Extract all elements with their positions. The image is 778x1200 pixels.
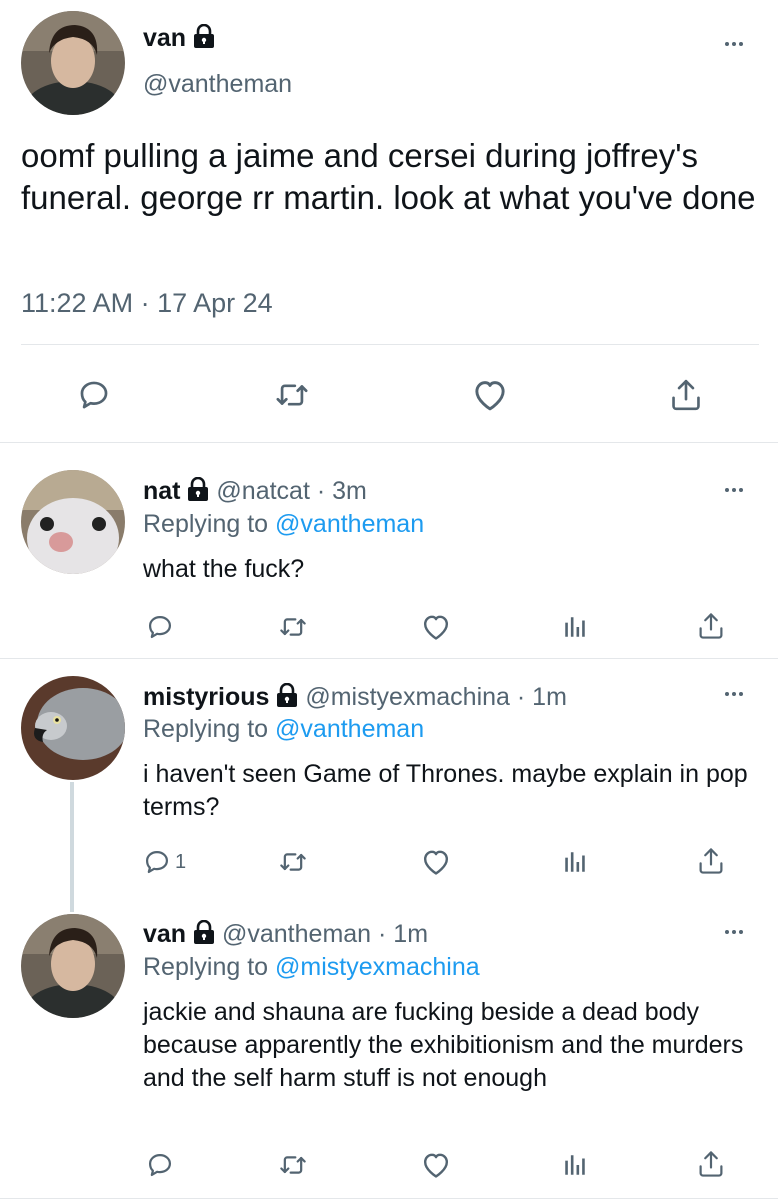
reply-text: jackie and shauna are fucking beside a d… (143, 998, 744, 1092)
tweet-timestamp[interactable]: 11:22 AM · 17 Apr 24 (21, 288, 273, 319)
analytics-icon[interactable] (558, 610, 592, 644)
reply-header: mistyrious @mistyexmachina · 1m (143, 683, 567, 712)
reply-header: nat @natcat · 3m (143, 477, 367, 506)
replying-to-label: Replying to (143, 953, 269, 981)
author-handle[interactable]: @natcat (216, 477, 309, 505)
replying-to: Replying to @vantheman (143, 715, 424, 744)
replying-to-label: Replying to (143, 715, 269, 743)
author-handle[interactable]: @vantheman (143, 70, 292, 99)
author-handle[interactable]: @mistyexmachina (305, 683, 510, 711)
reply-time[interactable]: · 3m (317, 477, 367, 505)
reply-time[interactable]: · 1m (517, 683, 567, 711)
reply-icon[interactable] (74, 375, 114, 415)
thread-line (70, 782, 74, 912)
more-options-icon[interactable] (725, 488, 743, 492)
share-icon[interactable] (694, 1146, 728, 1182)
like-icon[interactable] (468, 375, 512, 415)
like-icon[interactable] (418, 1148, 454, 1182)
retweet-icon[interactable] (275, 1148, 311, 1182)
replying-to-link[interactable]: @mistyexmachina (275, 953, 480, 981)
more-options-icon[interactable] (725, 930, 743, 934)
author-name[interactable]: nat (143, 477, 181, 505)
reply-icon[interactable] (143, 610, 177, 644)
avatar-nat[interactable] (21, 470, 125, 574)
replying-to-link[interactable]: @vantheman (275, 715, 424, 743)
reply-icon[interactable] (143, 1148, 177, 1182)
divider (21, 344, 759, 345)
replying-to: Replying to @vantheman (143, 510, 424, 539)
reply-text: what the fuck? (143, 555, 305, 583)
more-options-icon[interactable] (725, 42, 743, 46)
replying-to: Replying to @mistyexmachina (143, 953, 480, 982)
reply-icon[interactable] (143, 848, 171, 876)
author-name[interactable]: mistyrious (143, 683, 269, 711)
author-name[interactable]: van (143, 920, 186, 948)
lock-icon (277, 683, 298, 707)
retweet-icon[interactable] (275, 845, 311, 879)
reply-button[interactable]: 1 (143, 845, 203, 879)
replying-to-label: Replying to (143, 510, 269, 538)
retweet-icon[interactable] (270, 375, 314, 415)
avatar-van[interactable] (21, 11, 125, 115)
avatar-mistyrious[interactable] (21, 676, 125, 780)
divider (0, 1198, 778, 1199)
analytics-icon[interactable] (558, 1148, 592, 1182)
lock-icon (194, 24, 215, 48)
like-icon[interactable] (418, 610, 454, 644)
share-icon[interactable] (666, 374, 706, 416)
replying-to-link[interactable]: @vantheman (275, 510, 424, 538)
avatar-van[interactable] (21, 914, 125, 1018)
author-handle[interactable]: @vantheman (222, 920, 371, 948)
author-name[interactable]: van (143, 24, 215, 53)
reply-time[interactable]: · 1m (378, 920, 428, 948)
reply-text: i haven't seen Game of Thrones. maybe ex… (143, 760, 748, 821)
retweet-icon[interactable] (275, 610, 311, 644)
divider (0, 442, 778, 443)
lock-icon (188, 477, 209, 501)
tweet-text: oomf pulling a jaime and cersei during j… (21, 137, 756, 216)
reply-header: van @vantheman · 1m (143, 920, 428, 949)
lock-icon (194, 920, 215, 944)
more-options-icon[interactable] (725, 692, 743, 696)
divider (0, 658, 778, 659)
like-icon[interactable] (418, 845, 454, 879)
analytics-icon[interactable] (558, 845, 592, 879)
share-icon[interactable] (694, 608, 728, 644)
share-icon[interactable] (694, 843, 728, 879)
reply-count: 1 (175, 850, 187, 873)
author-name-text[interactable]: van (143, 24, 186, 52)
